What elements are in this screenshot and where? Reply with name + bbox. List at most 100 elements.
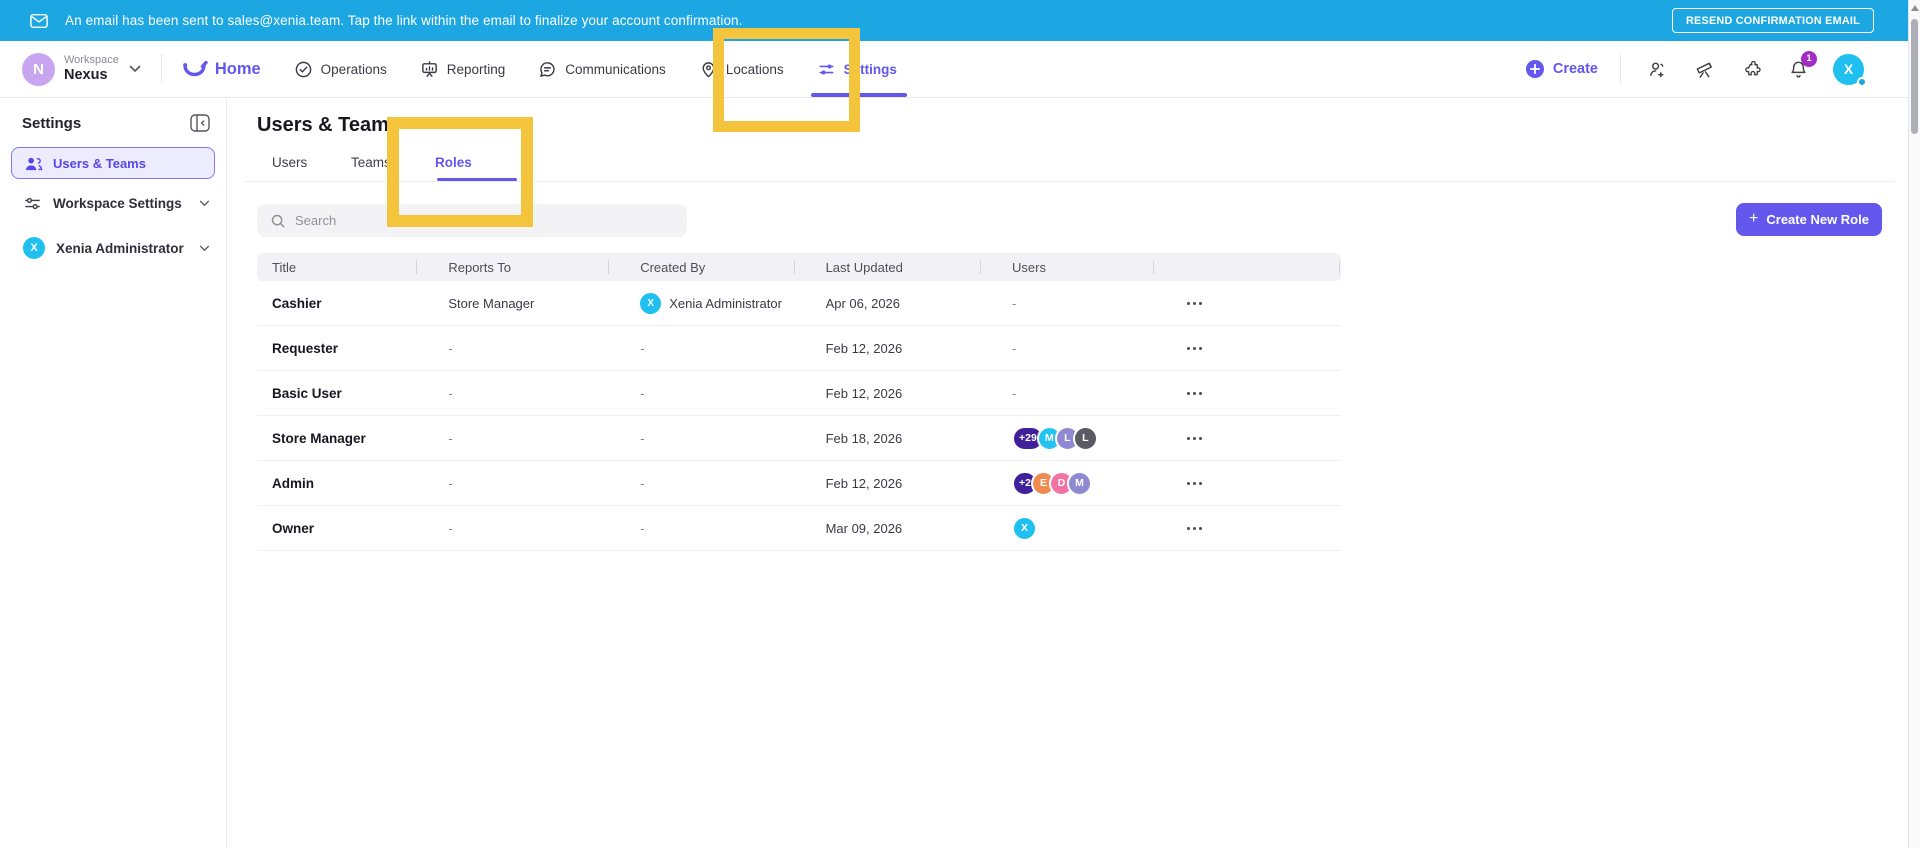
nav-item-communications[interactable]: Communications — [538, 60, 666, 79]
plus-icon: + — [1749, 210, 1759, 227]
cell-title: Basic User — [272, 385, 342, 401]
sidebar-item-users-teams[interactable]: Users & Teams — [11, 147, 215, 179]
notification-badge: 1 — [1801, 50, 1817, 67]
nav-item-reporting[interactable]: Reporting — [420, 60, 506, 79]
created-by-avatar: X — [640, 292, 662, 314]
cell-title: Requester — [272, 340, 339, 356]
search-box[interactable] — [257, 204, 687, 237]
telescope-icon[interactable] — [1694, 59, 1715, 80]
cell-title: Store Manager — [272, 430, 366, 446]
page-title: Users & Teams — [257, 114, 401, 136]
nav-item-label: Operations — [320, 61, 387, 77]
table-row: Basic User - - Feb 12, 2026 - — [257, 371, 1341, 416]
cell-actions — [1153, 521, 1341, 536]
cell-last-updated: Feb 12, 2026 — [825, 340, 903, 356]
cell-users: - — [1012, 295, 1017, 311]
table-header: Title Reports To Created By Last Updated… — [257, 253, 1341, 281]
notifications-bell-icon[interactable]: 1 — [1788, 50, 1817, 80]
settings-sidebar: Settings Users & Teams Workspace Setting… — [0, 98, 227, 848]
row-actions-menu-button[interactable] — [1185, 431, 1204, 446]
page-scrollbar[interactable] — [1908, 0, 1920, 848]
reporting-icon — [420, 60, 439, 79]
scroll-up-arrow-icon[interactable] — [1910, 5, 1919, 11]
table-row: Requester - - Feb 12, 2026 - — [257, 326, 1341, 371]
nav-item-locations[interactable]: Locations — [699, 60, 784, 79]
row-actions-menu-button[interactable] — [1185, 296, 1204, 311]
tab-roles[interactable]: Roles — [435, 155, 472, 170]
cell-created-by: - — [608, 476, 793, 491]
puzzle-integrations-icon[interactable] — [1741, 59, 1762, 80]
row-actions-menu-button[interactable] — [1185, 386, 1204, 401]
cell-last-updated: Feb 12, 2026 — [825, 475, 903, 491]
cell-title: Cashier — [272, 295, 322, 311]
cell-users: +2 E D M — [980, 470, 1153, 496]
column-header-actions — [1153, 253, 1341, 281]
plus-circle-icon — [1525, 60, 1544, 78]
sidebar-item-xenia-administrator[interactable]: X Xenia Administrator — [0, 228, 226, 268]
row-actions-menu-button[interactable] — [1185, 341, 1204, 356]
cell-last-updated: Apr 06, 2026 — [825, 295, 901, 311]
create-new-role-button[interactable]: + Create New Role — [1736, 203, 1882, 236]
table-row: Admin - - Feb 12, 2026 +2 E D M — [257, 461, 1341, 506]
table-row: Store Manager - - Feb 18, 2026 +29 M L L — [257, 416, 1341, 461]
users-teams-icon — [24, 155, 43, 172]
user-avatar-stack: X — [1012, 515, 1037, 541]
email-icon — [30, 13, 48, 29]
chevron-down-icon — [199, 245, 210, 252]
confirmation-banner: An email has been sent to sales@xenia.te… — [0, 0, 1920, 41]
cell-users: +29 M L L — [980, 425, 1153, 451]
created-by-name: - — [640, 475, 645, 491]
workspace-settings-icon — [23, 194, 42, 213]
resend-confirmation-button[interactable]: RESEND CONFIRMATION EMAIL — [1672, 8, 1874, 33]
user-avatar: X — [1012, 515, 1037, 541]
nav-item-operations[interactable]: Operations — [294, 60, 387, 79]
tab-users[interactable]: Users — [272, 155, 307, 170]
user-avatar[interactable]: X — [1833, 53, 1867, 87]
nav-item-home[interactable]: Home — [182, 58, 261, 80]
cell-created-by: - — [608, 431, 793, 446]
sidebar-item-label: Users & Teams — [53, 155, 146, 171]
row-actions-menu-button[interactable] — [1185, 521, 1204, 536]
cell-reports-to: Store Manager — [448, 295, 535, 311]
user-avatar-stack: +29 M L L — [1012, 425, 1098, 451]
scrollbar-thumb[interactable] — [1911, 19, 1918, 134]
create-button[interactable]: Create — [1525, 59, 1598, 79]
settings-sliders-icon — [817, 60, 836, 79]
divider — [160, 54, 162, 84]
column-header-created-by: Created By — [608, 253, 793, 281]
cell-last-updated: Mar 09, 2026 — [825, 520, 903, 536]
cell-users: - — [1012, 340, 1017, 356]
cell-title: Admin — [272, 475, 314, 491]
role-avatar: X — [23, 237, 45, 259]
sidebar-header: Settings — [0, 98, 226, 132]
cell-reports-to: - — [448, 385, 453, 401]
nav-item-label: Reporting — [446, 61, 506, 77]
cell-created-by: - — [608, 386, 793, 401]
nav-item-label: Locations — [725, 61, 784, 77]
workspace-switcher[interactable]: N Workspace Nexus — [22, 52, 141, 86]
collapse-sidebar-icon[interactable] — [190, 114, 210, 132]
banner-message: An email has been sent to sales@xenia.te… — [65, 13, 743, 28]
cell-created-by: X Xenia Administrator — [608, 292, 793, 314]
row-actions-menu-button[interactable] — [1185, 476, 1204, 491]
location-pin-icon — [699, 60, 718, 79]
cell-reports-to: - — [448, 340, 453, 356]
user-avatar-stack: +2 E D M — [1012, 470, 1092, 496]
cell-last-updated: Feb 12, 2026 — [825, 385, 903, 401]
search-input[interactable] — [295, 213, 655, 228]
cell-created-by: - — [608, 521, 793, 536]
create-new-role-label: Create New Role — [1766, 212, 1869, 227]
nav-item-label: Communications — [565, 61, 666, 77]
created-by-name: - — [640, 340, 645, 356]
main-content: Users & Teams Users Teams Roles + Create… — [228, 98, 1908, 848]
tab-teams[interactable]: Teams — [351, 155, 391, 170]
workspace-name: Nexus — [64, 66, 108, 83]
created-by-name: - — [640, 430, 645, 446]
created-by-name: - — [640, 520, 645, 536]
invite-user-icon[interactable] — [1647, 59, 1668, 80]
cell-users: X — [980, 515, 1153, 541]
column-header-last-updated: Last Updated — [793, 253, 980, 281]
table-row: Owner - - Mar 09, 2026 X — [257, 506, 1341, 551]
sidebar-item-workspace-settings[interactable]: Workspace Settings — [0, 185, 226, 222]
nav-item-settings[interactable]: Settings — [810, 60, 908, 97]
